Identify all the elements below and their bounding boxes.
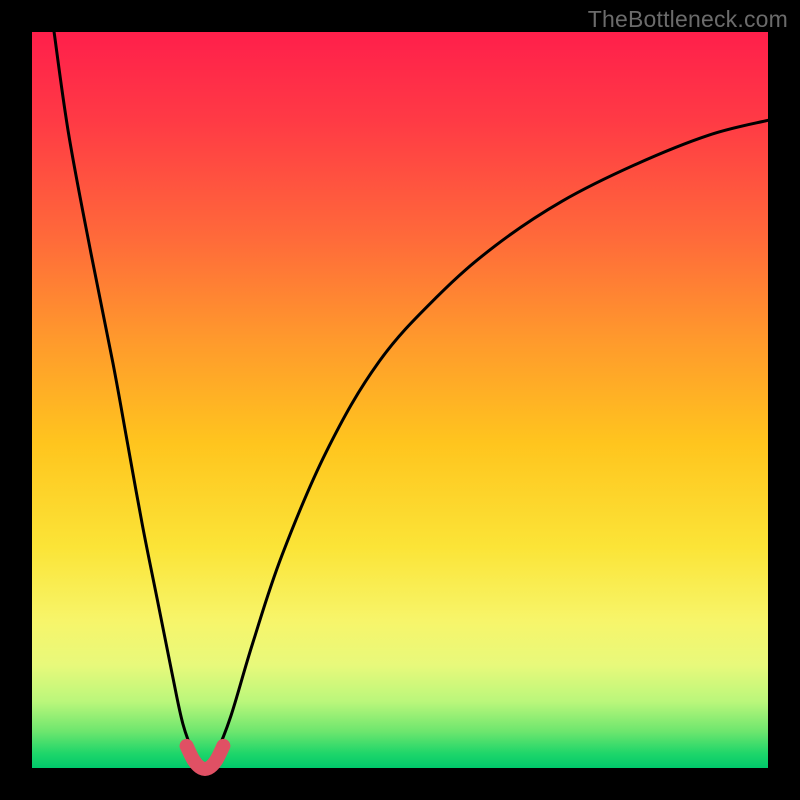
bottleneck-curve-path	[54, 32, 768, 768]
curve-layer	[32, 32, 768, 768]
bottleneck-highlight-path	[187, 746, 224, 769]
plot-area	[32, 32, 768, 768]
watermark-text: TheBottleneck.com	[588, 6, 788, 33]
chart-frame: TheBottleneck.com	[0, 0, 800, 800]
